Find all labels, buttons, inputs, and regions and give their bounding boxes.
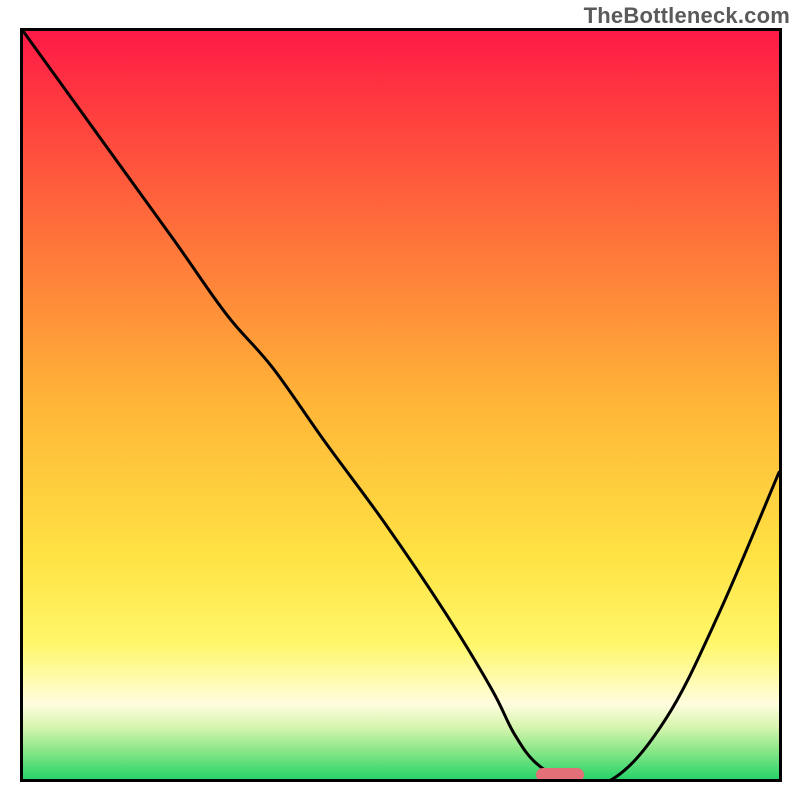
bottleneck-curve (23, 31, 779, 779)
chart-frame: TheBottleneck.com (0, 0, 800, 800)
optimum-marker-icon (536, 768, 584, 782)
plot-area (20, 28, 782, 782)
watermark-text: TheBottleneck.com (584, 3, 790, 29)
curve-path (23, 31, 779, 779)
